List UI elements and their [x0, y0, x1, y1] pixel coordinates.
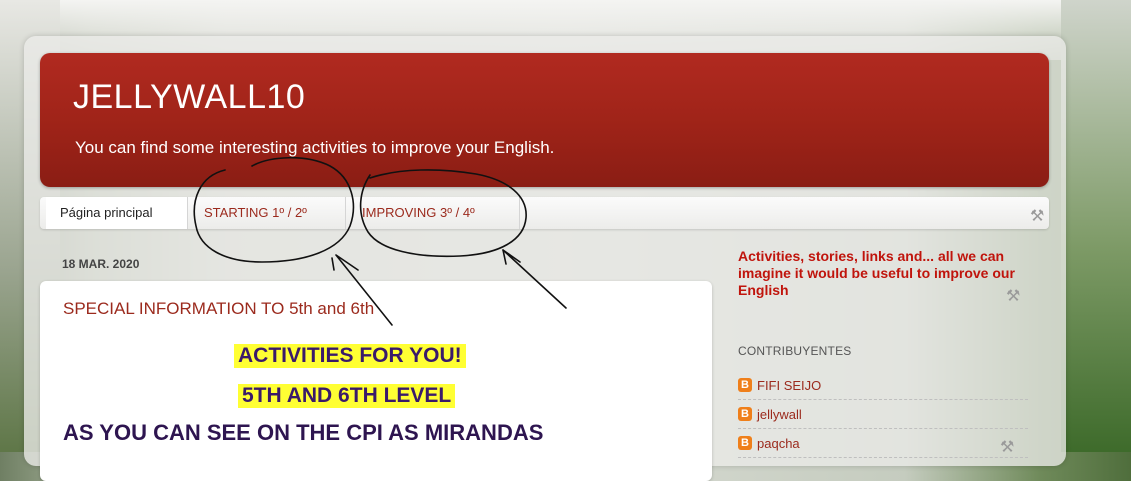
circle-annotation [193, 156, 355, 263]
arrow-annotation [502, 249, 567, 309]
arrow-annotation [335, 254, 393, 326]
circle-annotation [359, 169, 527, 258]
hand-drawn-annotation [193, 156, 567, 326]
arrow-annotation [331, 257, 335, 271]
